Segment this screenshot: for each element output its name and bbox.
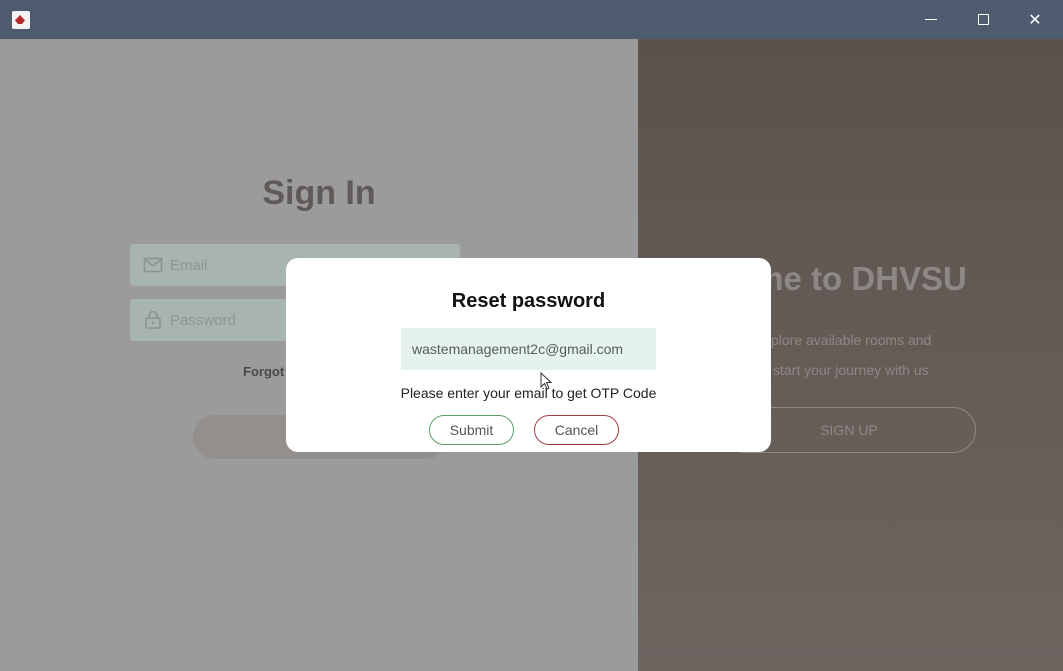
password-placeholder: Password [170,312,236,329]
welcome-subtitle-line1: xplore available rooms and [764,332,932,348]
welcome-title: ome to DHVSU [734,260,967,297]
forgot-password-link[interactable]: Forgot [243,364,284,379]
envelope-icon [143,257,163,273]
reset-email-input[interactable] [401,328,656,370]
email-placeholder: Email [170,257,208,274]
minimize-icon [925,18,937,21]
signin-title: Sign In [262,174,376,212]
close-icon: ✕ [1028,11,1042,29]
welcome-subtitle-line2: start your journey with us [773,362,929,378]
app-logo-icon [12,11,30,29]
submit-button[interactable]: Submit [429,415,514,445]
minimize-button[interactable] [905,0,957,39]
reset-password-dialog: Reset password Please enter your email t… [286,258,771,452]
close-button[interactable]: ✕ [1009,0,1061,39]
lock-icon [145,311,161,329]
maximize-icon [977,14,989,25]
dialog-hint: Please enter your email to get OTP Code [400,385,657,401]
dialog-title: Reset password [451,290,606,312]
cancel-button[interactable]: Cancel [534,415,619,445]
title-bar: ✕ [0,0,1063,39]
maximize-button[interactable] [957,0,1009,39]
mouse-pointer-icon [540,372,552,390]
